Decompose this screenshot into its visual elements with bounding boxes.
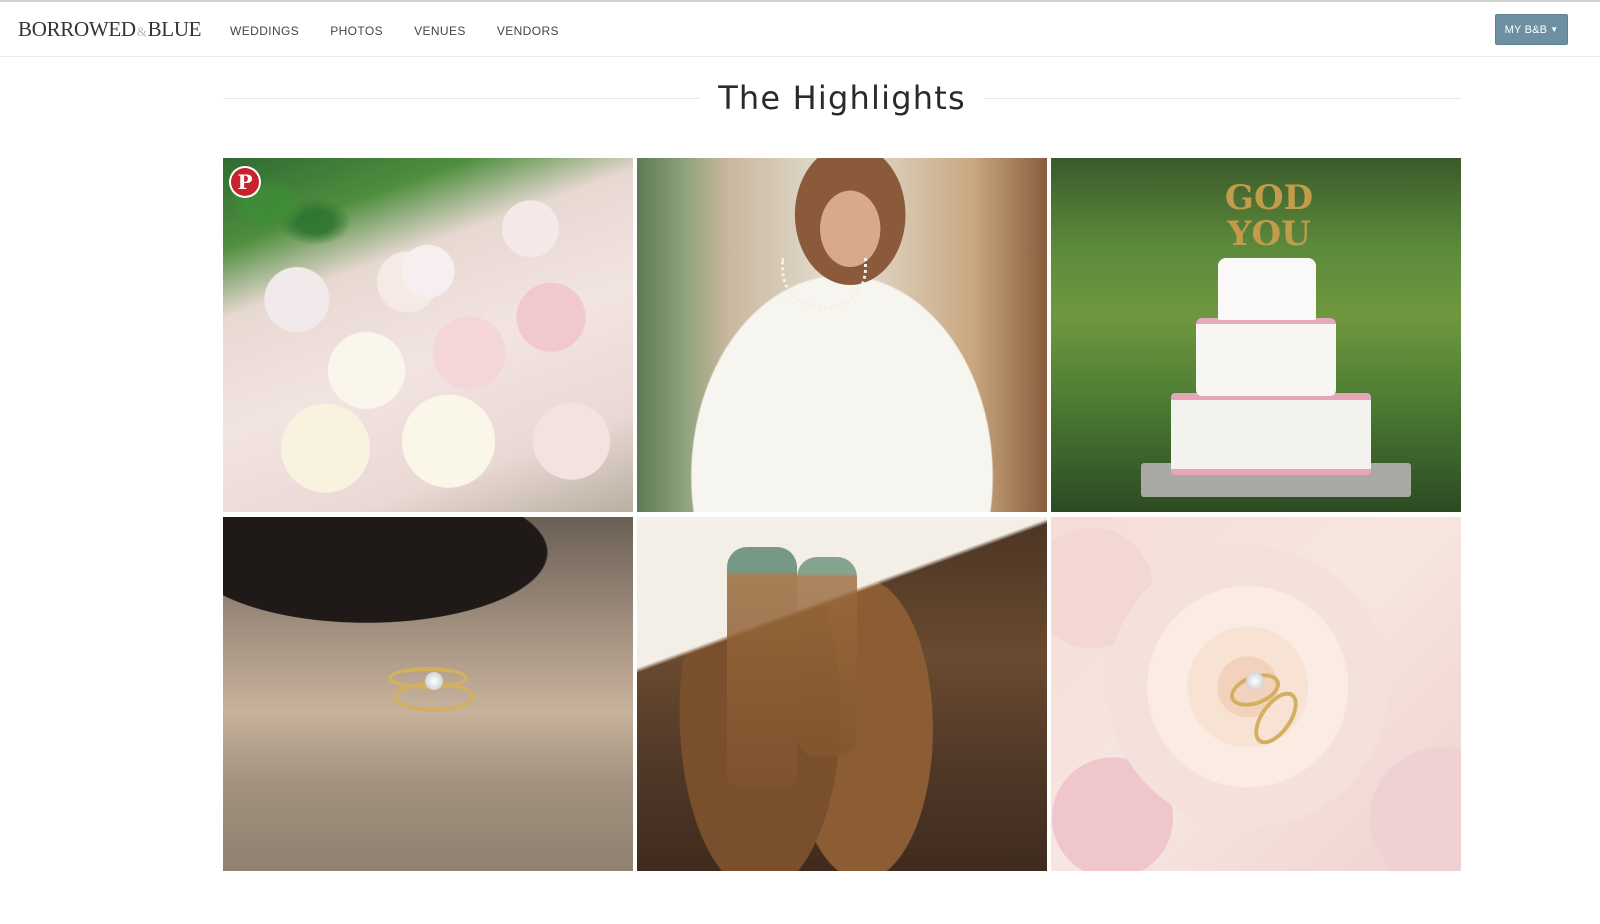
photo-rings-on-wood[interactable] (223, 517, 633, 871)
highlights-gallery: P GOD YOU (223, 158, 1461, 871)
heading-rule-right (983, 97, 1462, 99)
my-bb-button[interactable]: MY B&B ▼ (1495, 14, 1568, 45)
pinterest-save-button[interactable]: P (229, 166, 261, 198)
heading-rule-left (223, 97, 701, 99)
photo-bride-portrait[interactable] (637, 158, 1047, 512)
nav-photos-link[interactable]: PHOTOS (330, 24, 383, 38)
cake-tier-top (1218, 258, 1316, 320)
photo-bridal-bouquet[interactable]: P (223, 158, 633, 512)
section-heading: The Highlights (223, 76, 1462, 120)
cake-topper: GOD YOU (1224, 178, 1314, 254)
cake-tier-middle (1196, 318, 1336, 396)
main-nav: WEDDINGS PHOTOS VENUES VENDORS (230, 22, 590, 40)
ring-diamond (425, 672, 443, 690)
photo-wedding-cake[interactable]: GOD YOU (1051, 158, 1461, 512)
photo-rings-in-rose[interactable] (1051, 517, 1461, 871)
ring-diamond (1246, 672, 1264, 690)
cake-tier-bottom (1171, 393, 1371, 475)
logo-text-blue: BLUE (147, 17, 202, 41)
nav-venues-link[interactable]: VENUES (414, 24, 466, 38)
logo-text-borrowed: BORROWED (18, 17, 136, 41)
page-title: The Highlights (718, 79, 966, 117)
my-bb-label: MY B&B (1504, 23, 1548, 36)
nav-weddings-link[interactable]: WEDDINGS (230, 24, 299, 38)
photo-cowboy-boots[interactable] (637, 517, 1047, 871)
chevron-down-icon: ▼ (1550, 25, 1559, 34)
logo-ampersand: & (136, 24, 147, 39)
site-logo[interactable]: BORROWED&BLUE (18, 17, 202, 42)
pinterest-icon: P (231, 168, 259, 196)
nav-vendors-link[interactable]: VENDORS (497, 24, 559, 38)
top-navbar: BORROWED&BLUE WEDDINGS PHOTOS VENUES VENDOR… (0, 2, 1600, 57)
